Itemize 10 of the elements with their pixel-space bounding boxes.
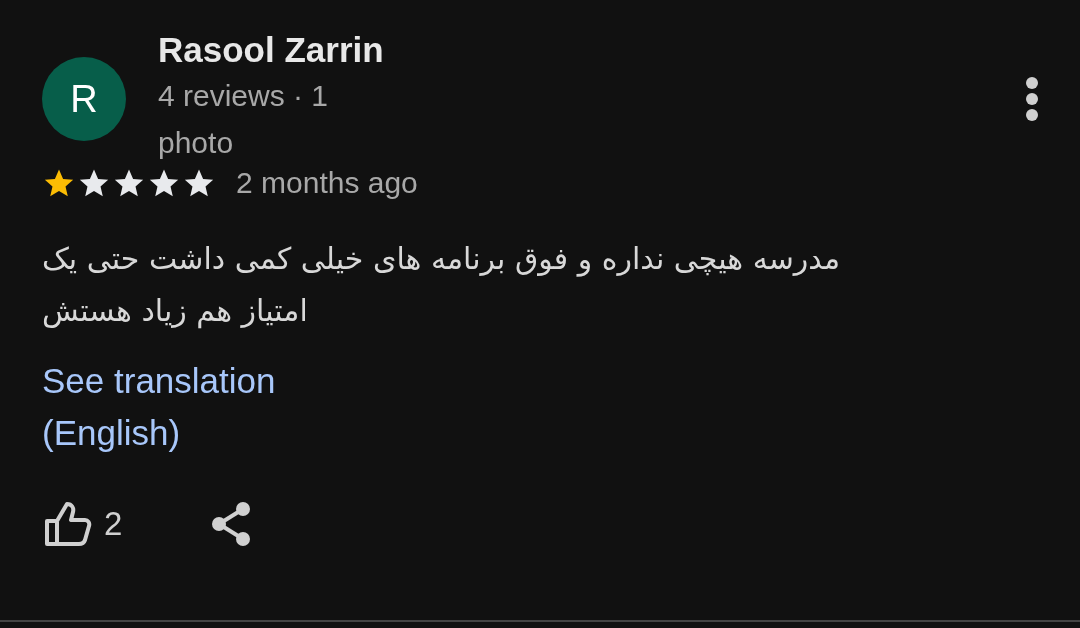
like-count: 2 <box>104 504 123 544</box>
author-name[interactable]: Rasool Zarrin <box>158 28 398 72</box>
review-time: 2 months ago <box>236 165 418 201</box>
more-options-icon[interactable] <box>1025 77 1039 121</box>
thumbs-up-icon[interactable] <box>44 500 94 547</box>
author-meta: 4 reviews · 1 photo <box>158 78 330 161</box>
review-text: مدرسه هیچی نداره و فوق برنامه های خیلی کمی داشت حتی یک امتیاز هم زیاد هستش <box>42 240 842 331</box>
avatar: R <box>42 57 126 141</box>
see-translation-link[interactable]: See translation (English) <box>42 355 342 459</box>
share-icon[interactable] <box>210 500 253 547</box>
